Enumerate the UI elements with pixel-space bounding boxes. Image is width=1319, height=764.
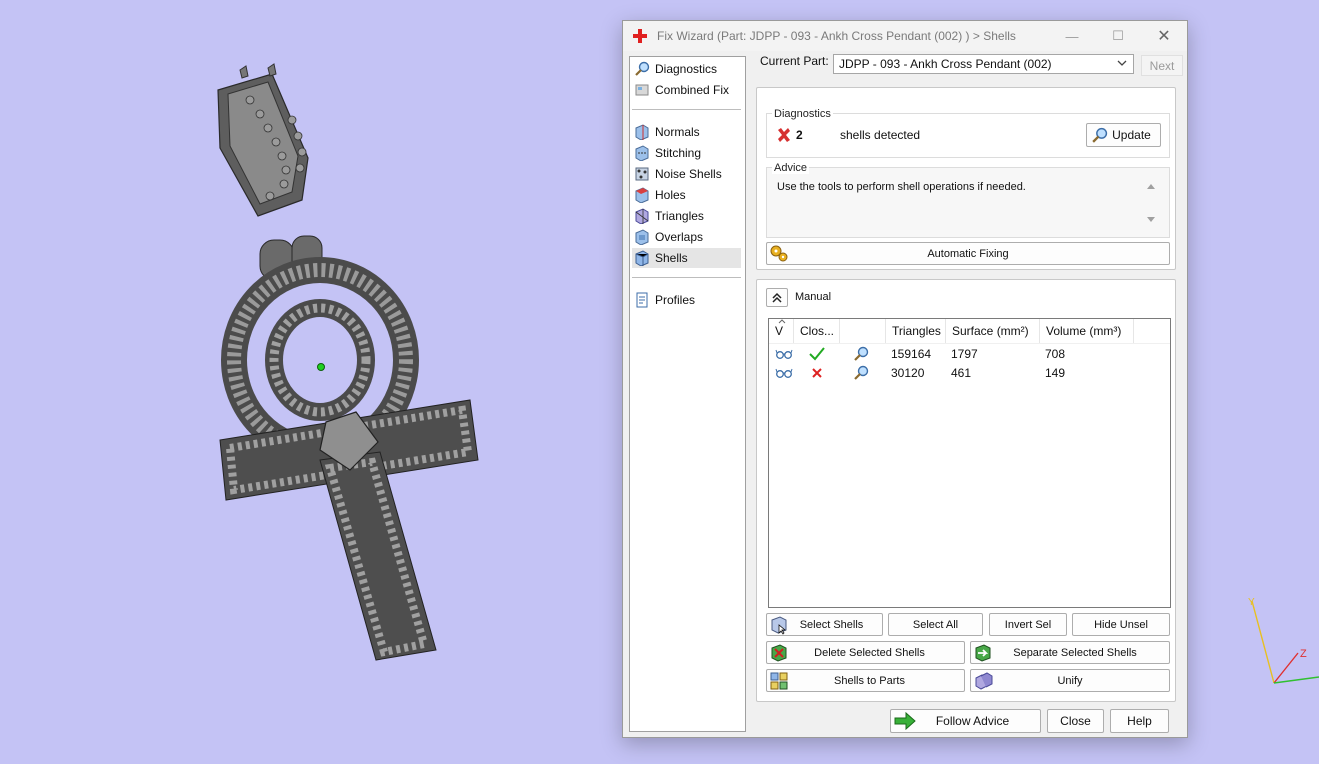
shells-table[interactable]: V Clos... Triangles Surface (mm²) Volume… <box>768 318 1171 608</box>
delete-selected-shells-button[interactable]: Delete Selected Shells <box>766 641 965 664</box>
holes-icon <box>635 187 649 203</box>
stitching-icon <box>635 145 649 161</box>
automatic-fixing-button[interactable]: Automatic Fixing <box>766 242 1170 265</box>
nav-item-normals[interactable]: Normals <box>632 122 741 142</box>
unify-button[interactable]: Unify <box>970 669 1170 692</box>
fix-wizard-dialog: Fix Wizard (Part: JDPP - 093 - Ankh Cros… <box>622 20 1188 738</box>
diagnostics-advice-panel: Diagnostics 2 shells detected Update Adv… <box>756 87 1176 270</box>
separate-shells-icon <box>975 644 991 662</box>
column-header-volume[interactable]: Volume (mm³) <box>1040 319 1134 343</box>
column-header-v[interactable]: V <box>769 319 794 343</box>
advice-group <box>766 167 1170 238</box>
sort-ascending-icon <box>778 319 786 324</box>
magnifier-icon <box>635 61 650 76</box>
help-button[interactable]: Help <box>1110 709 1169 733</box>
shell-count: 2 <box>796 128 803 142</box>
visibility-glasses-icon[interactable] <box>775 363 793 382</box>
zoom-magnifier-icon[interactable] <box>853 363 869 382</box>
magnifier-icon <box>1092 127 1108 143</box>
wizard-nav: Diagnostics Combined Fix Normals Stitchi… <box>629 56 746 732</box>
red-cross-icon <box>632 28 648 44</box>
shells-to-parts-button[interactable]: Shells to Parts <box>766 669 965 692</box>
nav-item-overlaps[interactable]: Overlaps <box>632 227 741 247</box>
cross-icon <box>811 363 823 382</box>
nav-item-diagnostics[interactable]: Diagnostics <box>632 59 741 79</box>
unify-icon <box>975 672 993 690</box>
delete-shells-icon <box>771 644 787 662</box>
separate-selected-shells-button[interactable]: Separate Selected Shells <box>970 641 1170 664</box>
surface-cell: 461 <box>951 365 972 380</box>
advice-title: Advice <box>772 162 810 174</box>
shells-to-parts-icon <box>770 672 788 690</box>
check-icon <box>809 344 825 363</box>
hide-unsel-button[interactable]: Hide Unsel <box>1072 613 1170 636</box>
nav-separator <box>632 277 741 278</box>
chevron-down-icon <box>1117 60 1127 66</box>
select-shells-icon <box>771 616 787 635</box>
shells-icon <box>635 250 649 266</box>
table-row[interactable]: 30120 461 149 <box>769 363 1170 382</box>
normals-icon <box>635 124 649 140</box>
nav-item-triangles[interactable]: Triangles <box>632 206 741 226</box>
volume-cell: 149 <box>1045 365 1066 380</box>
nav-item-profiles[interactable]: Profiles <box>632 290 741 310</box>
column-header-action[interactable] <box>840 319 886 343</box>
zoom-magnifier-icon[interactable] <box>853 344 869 363</box>
nav-item-combined-fix[interactable]: Combined Fix <box>632 80 741 100</box>
collapse-manual-button[interactable] <box>766 288 788 307</box>
title-bar[interactable]: Fix Wizard (Part: JDPP - 093 - Ankh Cros… <box>623 21 1187 51</box>
noise-shells-icon <box>635 167 649 181</box>
nav-item-shells[interactable]: Shells <box>632 248 741 268</box>
table-header: V Clos... Triangles Surface (mm²) Volume… <box>769 319 1170 344</box>
shells-detected-text: shells detected <box>840 128 921 142</box>
update-button[interactable]: Update <box>1086 123 1161 147</box>
select-shells-button[interactable]: Select Shells <box>766 613 883 636</box>
surface-cell: 1797 <box>951 346 978 361</box>
minimize-button[interactable]: — <box>1049 21 1095 51</box>
combined-fix-icon <box>635 84 649 96</box>
advice-scrollbar[interactable] <box>1144 180 1158 230</box>
advice-text: Use the tools to perform shell operation… <box>777 181 1026 193</box>
next-button[interactable]: Next <box>1141 55 1183 76</box>
triangles-cell: 30120 <box>891 365 925 380</box>
gears-icon <box>770 245 788 262</box>
volume-cell: 708 <box>1045 346 1066 361</box>
axis-triad: Y Z <box>1248 597 1319 684</box>
manual-title: Manual <box>795 291 832 303</box>
current-part-label: Current Part: <box>760 54 829 68</box>
select-all-button[interactable]: Select All <box>888 613 983 636</box>
profiles-icon <box>636 292 648 308</box>
diagnostics-title: Diagnostics <box>772 108 833 120</box>
nav-separator <box>632 109 741 110</box>
close-window-button[interactable]: ✕ <box>1141 21 1187 51</box>
pendant-model <box>217 63 479 661</box>
column-header-triangles[interactable]: Triangles <box>886 319 946 343</box>
scroll-down-icon <box>1147 217 1155 222</box>
column-header-closed[interactable]: Clos... <box>794 319 840 343</box>
nav-item-holes[interactable]: Holes <box>632 185 741 205</box>
axis-y-label: Y <box>1248 597 1255 608</box>
table-row[interactable]: 159164 1797 708 <box>769 344 1170 363</box>
close-button[interactable]: Close <box>1047 709 1104 733</box>
nav-item-stitching[interactable]: Stitching <box>632 143 741 163</box>
error-x-icon <box>778 128 790 142</box>
overlaps-icon <box>635 229 649 245</box>
column-header-surface[interactable]: Surface (mm²) <box>946 319 1040 343</box>
triangles-cell: 159164 <box>891 346 932 361</box>
follow-advice-button[interactable]: Follow Advice <box>890 709 1041 733</box>
arrow-right-icon <box>894 712 916 730</box>
maximize-button[interactable]: ☐ <box>1095 21 1141 51</box>
scroll-up-icon <box>1147 184 1155 189</box>
invert-sel-button[interactable]: Invert Sel <box>989 613 1067 636</box>
current-part-value: JDPP - 093 - Ankh Cross Pendant (002) <box>839 57 1052 71</box>
axis-z-label: Z <box>1300 648 1307 660</box>
current-part-select[interactable]: JDPP - 093 - Ankh Cross Pendant (002) <box>833 54 1134 74</box>
visibility-glasses-icon[interactable] <box>775 344 793 363</box>
triangles-icon <box>635 208 649 224</box>
nav-item-noise-shells[interactable]: Noise Shells <box>632 164 741 184</box>
chevron-up-icon <box>772 292 782 303</box>
window-title: Fix Wizard (Part: JDPP - 093 - Ankh Cros… <box>657 29 1016 43</box>
